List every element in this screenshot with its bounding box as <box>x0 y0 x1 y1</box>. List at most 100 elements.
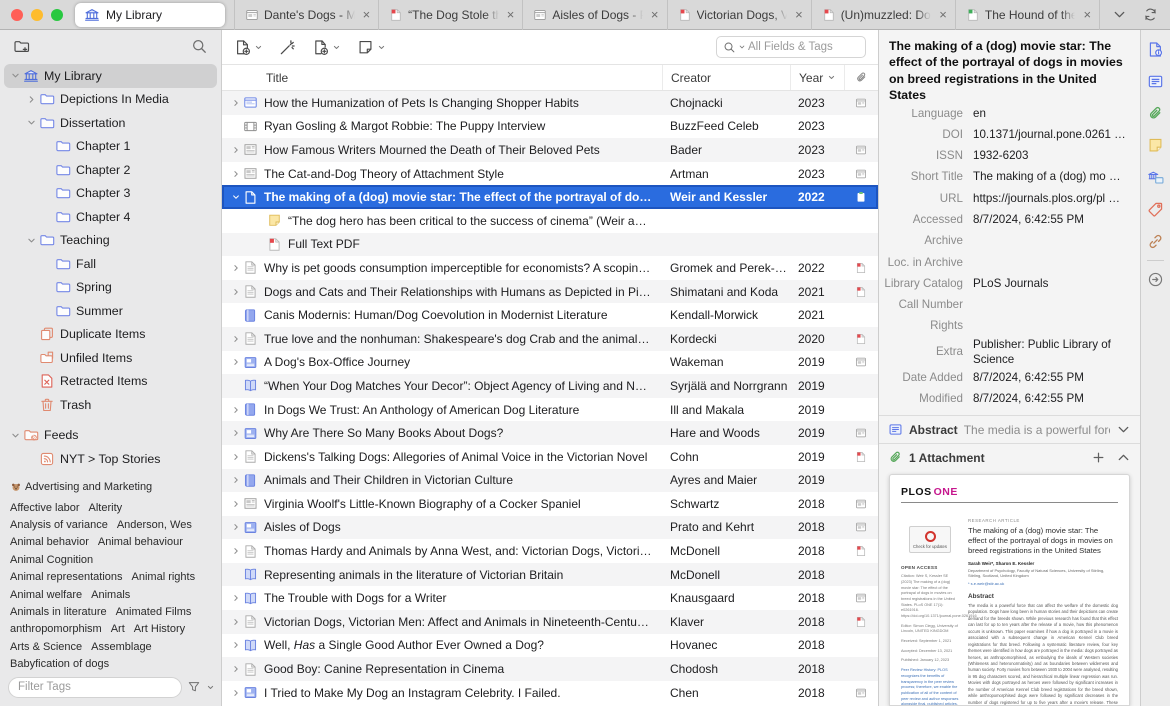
new-item-button[interactable] <box>234 39 263 56</box>
tag-item[interactable]: Animal rights <box>132 569 196 586</box>
field-label[interactable]: DOI <box>879 127 973 142</box>
sidebar-item-chapter-3[interactable]: Chapter 3 <box>4 182 217 206</box>
expander-open-icon[interactable] <box>228 190 243 205</box>
close-icon[interactable]: × <box>648 7 662 22</box>
sidebar-item-nyt-top-stories[interactable]: NYT > Top Stories <box>4 447 217 471</box>
table-row[interactable]: Animals and Their Children in Victorian … <box>222 468 878 493</box>
sidebar-item-chapter-2[interactable]: Chapter 2 <box>4 158 217 182</box>
sidebar-item-chapter-1[interactable]: Chapter 1 <box>4 135 217 159</box>
expander-closed-icon[interactable] <box>228 260 243 275</box>
quick-search-input[interactable] <box>748 41 859 53</box>
tag-item[interactable]: Arts & Science <box>10 639 82 656</box>
table-row[interactable]: Why Are There So Many Books About Dogs? H… <box>222 421 878 445</box>
table-row[interactable]: Victorian Dogs, Victorian Men: Affect an… <box>222 610 878 634</box>
locate-icon[interactable] <box>1147 271 1164 288</box>
expander-closed-icon[interactable] <box>228 426 243 441</box>
field-value[interactable]: https://journals.plos.org/pl … <box>973 191 1134 206</box>
collection-search-button[interactable] <box>191 38 208 55</box>
tag-filter-options-icon[interactable] <box>187 680 201 694</box>
field-value[interactable]: 8/7/2024, 6:42:55 PM <box>973 370 1134 385</box>
tag-item[interactable]: Advertising and Marketing <box>10 479 152 496</box>
table-row[interactable]: Canis Modernis: Human/Dog Coevolution in… <box>222 303 878 327</box>
tag-item[interactable]: Alterity <box>89 500 123 517</box>
new-note-button[interactable] <box>357 39 386 56</box>
expander-closed-icon[interactable] <box>228 591 243 606</box>
column-header-title[interactable]: Title <box>222 71 662 85</box>
pdf-preview[interactable]: PLOS ONE Check for updates OPEN ACCESS Ci… <box>889 474 1130 706</box>
sidebar-item-spring[interactable]: Spring <box>4 276 217 300</box>
close-icon[interactable]: × <box>504 7 518 22</box>
table-row[interactable]: Why is pet goods consumption imperceptib… <box>222 256 878 280</box>
table-row[interactable]: I Tried to Make My Dog an Instagram Cele… <box>222 681 878 705</box>
expander-closed-icon[interactable] <box>24 92 39 107</box>
document-tab[interactable]: (Un)muzzled: Dogs i × <box>810 0 955 30</box>
close-icon[interactable]: × <box>792 7 806 22</box>
tag-item[interactable]: Animal behavior <box>10 534 89 551</box>
field-label[interactable]: URL <box>879 191 973 206</box>
expander-open-icon[interactable] <box>8 428 23 443</box>
expander-closed-icon[interactable] <box>228 685 243 700</box>
document-tab[interactable]: Dante's Dogs - Mang × <box>234 0 378 30</box>
table-row[interactable]: Ryan Gosling & Margot Robbie: The Puppy … <box>222 115 878 139</box>
attachments-icon[interactable] <box>1147 105 1164 122</box>
expander-closed-icon[interactable] <box>228 520 243 535</box>
field-value[interactable]: 8/7/2024, 6:42:55 PM <box>973 391 1134 406</box>
document-tab[interactable]: Aisles of Dogs - Prac × <box>522 0 666 30</box>
expander-closed-icon[interactable] <box>228 284 243 299</box>
quick-search-box[interactable] <box>716 36 866 58</box>
close-icon[interactable]: × <box>936 7 950 22</box>
tag-item[interactable]: Animal behaviour <box>98 534 183 551</box>
tag-item[interactable]: Animals <box>91 587 130 604</box>
sidebar-item-trash[interactable]: Trash <box>4 393 217 417</box>
sidebar-item-feeds[interactable]: Feeds <box>4 424 217 448</box>
expander-closed-icon[interactable] <box>228 544 243 559</box>
expander-closed-icon[interactable] <box>228 496 243 511</box>
field-label[interactable]: Short Title <box>879 169 973 184</box>
add-by-identifier-button[interactable] <box>279 39 296 56</box>
column-header-year[interactable]: Year <box>790 65 844 90</box>
document-tab[interactable]: Victorian Dogs, Victo × <box>666 0 811 30</box>
table-row[interactable]: Thomas Hardy and Animals by Anna West, a… <box>222 539 878 563</box>
tag-item[interactable]: anthropomorphism <box>10 621 102 638</box>
table-row[interactable]: Virginia Woolf's Little-Known Biography … <box>222 492 878 516</box>
table-row[interactable]: Full Text PDF <box>222 232 878 257</box>
field-value[interactable]: 8/7/2024, 6:42:55 PM <box>973 212 1134 227</box>
table-row[interactable]: “When Your Dog Matches Your Decor”: Obje… <box>222 374 878 398</box>
table-row[interactable]: Dickens's Talking Dogs: Allegories of An… <box>222 445 878 469</box>
related-icon[interactable] <box>1147 233 1164 250</box>
sidebar-item-dissertation[interactable]: Dissertation <box>4 111 217 135</box>
table-row[interactable]: The Trouble with Dogs for a Writer Knausg… <box>222 586 878 610</box>
table-row[interactable]: Representing animals in the literature o… <box>222 562 878 587</box>
document-tab[interactable]: The Hound of the Ba × <box>954 0 1099 30</box>
chevron-down-icon[interactable] <box>1116 422 1131 437</box>
table-row[interactable]: The making of a (dog) movie star: The ef… <box>222 185 878 209</box>
sidebar-item-retracted-items[interactable]: Retracted Items <box>4 370 217 394</box>
tag-item[interactable]: Animal Cognition <box>10 552 93 569</box>
sidebar-item-teaching[interactable]: Teaching <box>4 229 217 253</box>
new-attachment-button[interactable] <box>312 39 341 56</box>
new-collection-button[interactable] <box>13 38 30 55</box>
field-label[interactable]: Date Added <box>879 370 973 385</box>
tag-item[interactable]: Animal welfare <box>10 587 82 604</box>
field-value[interactable]: Publisher: Public Library of Science <box>973 337 1134 367</box>
tag-item[interactable]: Art History <box>134 621 185 638</box>
sync-button[interactable] <box>1135 7 1170 22</box>
table-row[interactable]: In Dogs We Trust: An Anthology of Americ… <box>222 398 878 422</box>
abstract-section-header[interactable]: Abstract The media is a powerful forc… <box>879 415 1140 443</box>
tag-item[interactable]: Animal representations <box>10 569 123 586</box>
table-row[interactable]: A Dog's Box-Office Journey Wakeman 2019 <box>222 351 878 375</box>
field-value[interactable]: 10.1371/journal.pone.0261 … <box>973 127 1134 142</box>
table-row[interactable]: True love and the nonhuman: Shakespeare'… <box>222 326 878 351</box>
notes-icon[interactable] <box>1147 137 1164 154</box>
column-header-attachment[interactable] <box>844 65 878 90</box>
field-label[interactable]: Rights <box>879 318 973 333</box>
sidebar-item-fall[interactable]: Fall <box>4 252 217 276</box>
field-value[interactable]: The making of a (dog) mo … <box>973 169 1134 184</box>
zoom-window-button[interactable] <box>51 8 63 21</box>
tag-item[interactable]: Animated Films <box>116 604 192 621</box>
expander-closed-icon[interactable] <box>228 473 243 488</box>
field-label[interactable]: Extra <box>879 344 973 359</box>
table-row[interactable]: Good Boy: Canine Representation in Cinem… <box>222 657 878 681</box>
field-label[interactable]: Loc. in Archive <box>879 255 973 270</box>
sidebar-item-my-library[interactable]: My Library <box>4 64 217 88</box>
